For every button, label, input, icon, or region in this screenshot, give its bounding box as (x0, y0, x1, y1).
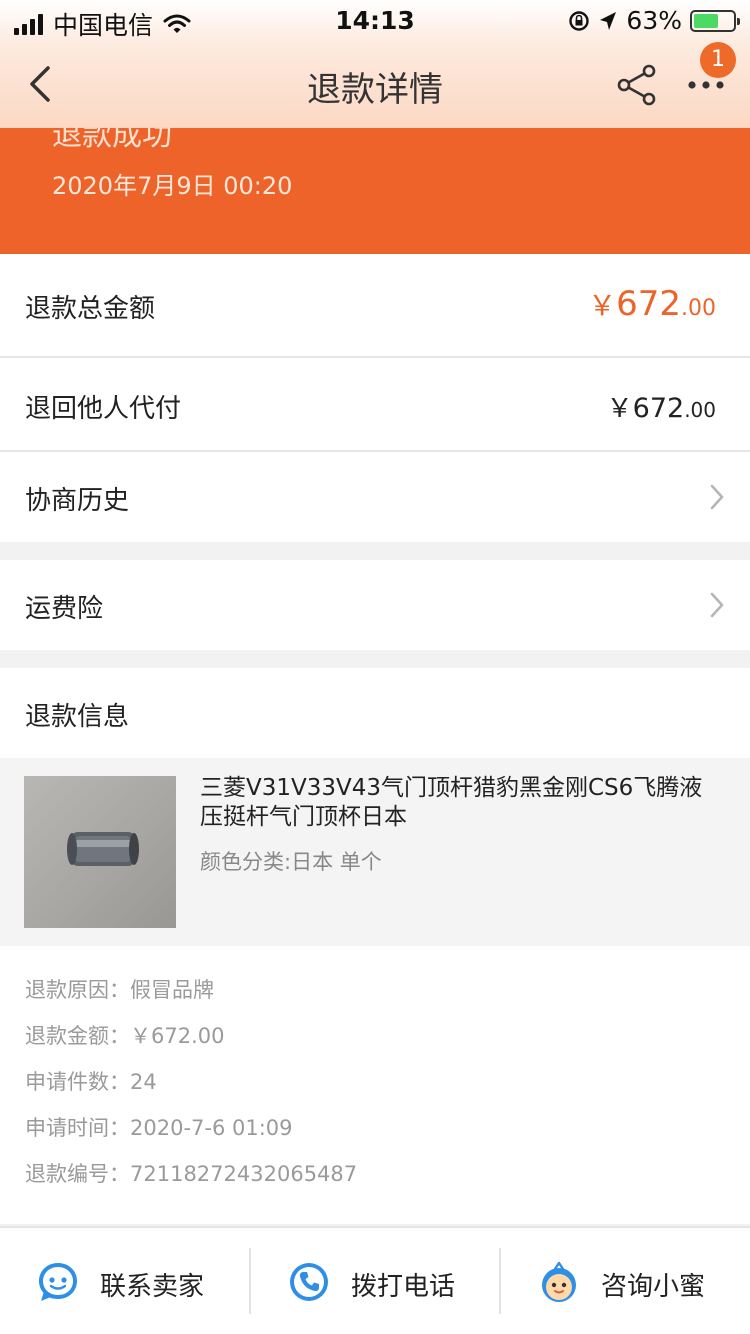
ask-assistant-label: 咨询小蜜 (601, 1272, 706, 1302)
ask-assistant-button[interactable]: 咨询小蜜 (501, 1228, 750, 1334)
refund-total-amount: ￥672.00 (588, 284, 716, 324)
refund-other-payer-amount: ￥672.00 (607, 388, 716, 425)
amount-decimal: .00 (684, 398, 716, 422)
currency-symbol: ￥ (606, 394, 633, 424)
detail-label: 申请时间： (25, 1116, 130, 1140)
detail-item-count: 申请件数：24 (25, 1066, 157, 1096)
phone-icon (290, 1263, 328, 1301)
amount-integer: 672 (632, 393, 685, 424)
detail-label: 申请件数： (25, 1070, 130, 1094)
detail-label: 退款原因： (25, 978, 130, 1002)
freight-insurance-label: 运费险 (25, 594, 104, 624)
detail-label: 退款金额： (25, 1024, 130, 1048)
detail-refund-amount: 退款金额：￥672.00 (25, 1020, 224, 1050)
refund-total-row: 退款总金额 ￥672.00 (0, 254, 750, 356)
product-sku: 颜色分类:日本 单个 (200, 850, 382, 874)
battery-icon (690, 9, 740, 32)
refund-info-heading: 退款信息 (25, 702, 130, 732)
detail-apply-time: 申请时间：2020-7-6 01:09 (25, 1112, 293, 1142)
contact-seller-button[interactable]: 联系卖家 (0, 1228, 250, 1334)
detail-value: 72118272432065487 (130, 1162, 358, 1186)
detail-refund-reason: 退款原因：假冒品牌 (25, 974, 214, 1004)
nav-bar: 退款详情 (0, 40, 750, 128)
product-card[interactable]: 三菱V31V33V43气门顶杆猎豹黑金刚CS6飞腾液压挺杆气门顶杯日本 颜色分类… (0, 758, 750, 946)
detail-value: 假冒品牌 (130, 978, 214, 1002)
refund-other-payer-row: 退回他人代付 ￥672.00 (0, 358, 750, 450)
rotation-lock-icon (569, 10, 590, 31)
chevron-right-icon (710, 592, 724, 618)
refund-total-label: 退款总金额 (25, 294, 156, 324)
refund-details: 退款原因：假冒品牌 退款金额：￥672.00 申请件数：24 申请时间：2020… (0, 946, 750, 1224)
header: 中国电信 14:13 63% 退款详情 1 (0, 0, 750, 128)
bottom-toolbar: 联系卖家 拨打电话 咨询小蜜 (0, 1226, 750, 1334)
amount-integer: 672 (616, 284, 681, 324)
freight-insurance-row[interactable]: 运费险 (0, 560, 750, 650)
notification-badge: 1 (700, 42, 736, 78)
chevron-right-icon (710, 484, 724, 510)
product-image (24, 776, 176, 928)
refund-info-header: 退款信息 (0, 668, 750, 758)
refund-status-banner: 退款成功 2020年7月9日 00:20 (0, 128, 750, 254)
refund-other-payer-label: 退回他人代付 (25, 394, 182, 424)
product-title: 三菱V31V33V43气门顶杆猎豹黑金刚CS6飞腾液压挺杆气门顶杯日本 (200, 775, 703, 830)
refund-status-text: 退款成功 (52, 128, 172, 153)
location-arrow-icon (600, 11, 617, 30)
call-phone-label: 拨打电话 (351, 1272, 456, 1302)
negotiation-history-row[interactable]: 协商历史 (0, 452, 750, 542)
detail-value: ￥672.00 (130, 1024, 225, 1048)
call-phone-button[interactable]: 拨打电话 (251, 1228, 501, 1334)
assistant-icon (542, 1261, 576, 1302)
currency-symbol: ￥ (588, 289, 617, 322)
amount-decimal: .00 (681, 296, 716, 321)
seller-chat-icon (39, 1263, 77, 1301)
share-icon[interactable] (614, 62, 660, 108)
contact-seller-label: 联系卖家 (100, 1272, 205, 1302)
negotiation-history-label: 协商历史 (25, 486, 130, 516)
detail-value: 24 (130, 1070, 157, 1094)
status-bar: 中国电信 14:13 63% (0, 0, 750, 40)
detail-value: 2020-7-6 01:09 (130, 1116, 293, 1140)
detail-label: 退款编号： (25, 1162, 130, 1186)
detail-refund-number: 退款编号：72118272432065487 (25, 1158, 357, 1188)
battery-percent: 63% (626, 6, 682, 35)
refund-date: 2020年7月9日 00:20 (52, 172, 293, 200)
